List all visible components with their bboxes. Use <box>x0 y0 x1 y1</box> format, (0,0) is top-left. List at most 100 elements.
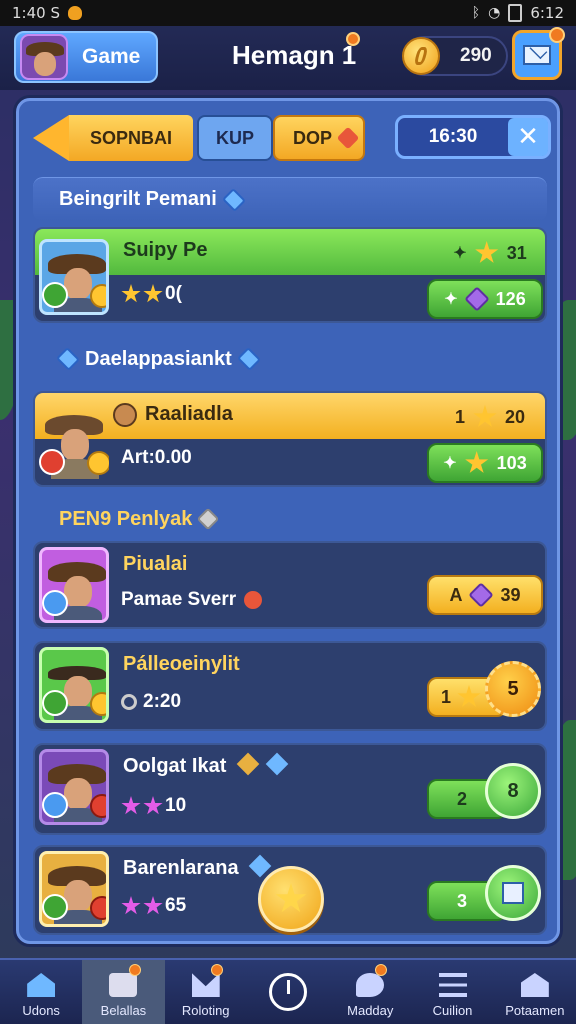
score-value: 103 <box>496 452 527 473</box>
gem-icon <box>197 507 220 531</box>
score-value: 39 <box>500 584 521 605</box>
timer-pill: 16:30 ✕ <box>395 115 551 159</box>
home-icon <box>27 973 56 997</box>
game-label: Game <box>82 45 141 68</box>
star-icon <box>457 685 481 707</box>
class-badge-icon <box>42 590 68 616</box>
status-clock: 6:12 <box>530 4 564 22</box>
player-stat-value: Art:0.00 <box>121 447 192 468</box>
section-header: Daelappasiankt <box>33 337 547 381</box>
player-name: Raaliadla <box>145 403 233 425</box>
notification-dot <box>375 964 388 976</box>
player-stats: 0( <box>121 283 182 305</box>
nav-label: Belallas <box>100 1003 147 1018</box>
player-stats: 65 <box>121 895 186 917</box>
player-name: Barenlarana <box>123 854 272 880</box>
rank-badge-icon <box>90 692 106 716</box>
score-prefix: A <box>449 584 463 605</box>
star-icon <box>275 883 307 913</box>
nav-item-center[interactable] <box>247 960 329 1024</box>
mail-icon <box>191 973 220 997</box>
star-icon <box>143 796 163 815</box>
tab-sopnbai[interactable]: SOPNBAI <box>69 115 193 161</box>
player-stat-value: 65 <box>165 895 187 916</box>
timer-icon <box>268 973 307 1011</box>
page-title: Hemagn 1 <box>232 40 357 70</box>
nav-item-cuilion[interactable]: Cuilion <box>411 960 493 1024</box>
gem-score: ✦ 103 <box>427 443 543 483</box>
gem-score: A 39 <box>427 575 543 615</box>
tab-bar: SOPNBAI KUP DOP <box>33 115 365 163</box>
list-item[interactable]: Raaliadla Art:0.00 1 20 ✦ 103 <box>33 391 547 487</box>
nav-item-home[interactable]: Udons <box>0 960 82 1024</box>
player-stat-value: 0( <box>165 283 182 304</box>
class-badge-icon <box>39 449 65 475</box>
chest-icon <box>109 973 138 997</box>
player-name: Oolgat Ikat <box>123 752 289 778</box>
nav-item-madday[interactable]: Madday <box>329 960 411 1024</box>
star-icon <box>143 896 163 915</box>
reward-button[interactable]: 5 <box>485 661 541 717</box>
section-title: Daelappasiankt <box>85 347 232 370</box>
player-name-text: Barenlarana <box>123 857 239 879</box>
tab-dop[interactable]: DOP <box>273 115 365 161</box>
mail-button[interactable] <box>512 27 565 80</box>
battery-icon <box>508 4 523 22</box>
player-stat-value: 10 <box>165 795 187 816</box>
star-icon <box>473 405 497 427</box>
avatar <box>39 851 109 927</box>
notification-dot <box>210 964 223 976</box>
notification-badge <box>346 32 360 46</box>
close-button[interactable]: ✕ <box>508 118 548 156</box>
star-icon <box>121 896 141 915</box>
player-stats: 10 <box>121 795 186 817</box>
star-icon <box>465 451 489 473</box>
back-arrow-icon[interactable] <box>33 115 69 161</box>
list-item[interactable]: Suipy Pe 0( ✦ 31 ✦ 126 <box>33 227 547 323</box>
open-mail-icon <box>520 973 549 997</box>
coin-counter[interactable]: 290 <box>402 36 508 76</box>
notification-dot <box>128 964 141 976</box>
list-item[interactable]: Pálleoeinylit 2:20 1 5 <box>33 641 547 731</box>
status-time: 1:40 S <box>12 4 60 22</box>
bottom-nav: Udons Belallas Roloting Madday Cuilion P… <box>0 958 576 1024</box>
section-title: Beingrilt Pemani <box>59 188 217 210</box>
rank-badge-icon <box>90 284 106 308</box>
timer-value: 16:30 <box>428 126 478 147</box>
gem-icon <box>468 582 495 608</box>
star-icon <box>121 796 141 815</box>
section-header: Beingrilt Pemani <box>33 177 547 221</box>
status-bar: 1:40 S ᛒ ◔ 6:12 <box>0 0 576 26</box>
tab-kup[interactable]: KUP <box>197 115 273 161</box>
class-badge-icon <box>42 690 68 716</box>
game-profile-button[interactable]: Game <box>14 31 158 83</box>
nav-item-potaamen[interactable]: Potaamen <box>494 960 576 1024</box>
gem-icon <box>244 591 263 609</box>
reward-button[interactable] <box>485 865 541 921</box>
avatar <box>39 547 109 623</box>
avatar <box>39 403 109 479</box>
list-item[interactable]: Piualai Pamae Sverr A 39 <box>33 541 547 629</box>
flame-icon <box>67 6 82 20</box>
gem-icon <box>463 286 490 312</box>
section-header: PEN9 Penlyak <box>33 497 547 541</box>
nav-label: Roloting <box>181 1003 230 1018</box>
score-value: 31 <box>506 242 527 263</box>
rank-badge-icon <box>90 896 106 920</box>
nav-label: Potaamen <box>505 1003 565 1018</box>
close-box-icon <box>502 882 524 904</box>
avatar <box>39 647 109 723</box>
wifi-icon: ◔ <box>488 5 501 21</box>
score-prefix: 1 <box>441 686 452 707</box>
score-value: 20 <box>504 406 526 427</box>
nav-item-battles[interactable]: Belallas <box>82 960 165 1024</box>
bag-icon <box>113 403 137 427</box>
list-item[interactable]: Oolgat Ikat 10 2 8 <box>33 743 547 835</box>
nav-label: Udons <box>22 1003 60 1018</box>
nav-label: Madday <box>347 1003 394 1018</box>
nav-item-roloting[interactable]: Roloting <box>165 960 247 1024</box>
avatar <box>20 34 68 80</box>
reward-button[interactable]: 8 <box>485 763 541 819</box>
gem-icon <box>221 187 246 212</box>
star-action-button[interactable] <box>258 866 324 932</box>
